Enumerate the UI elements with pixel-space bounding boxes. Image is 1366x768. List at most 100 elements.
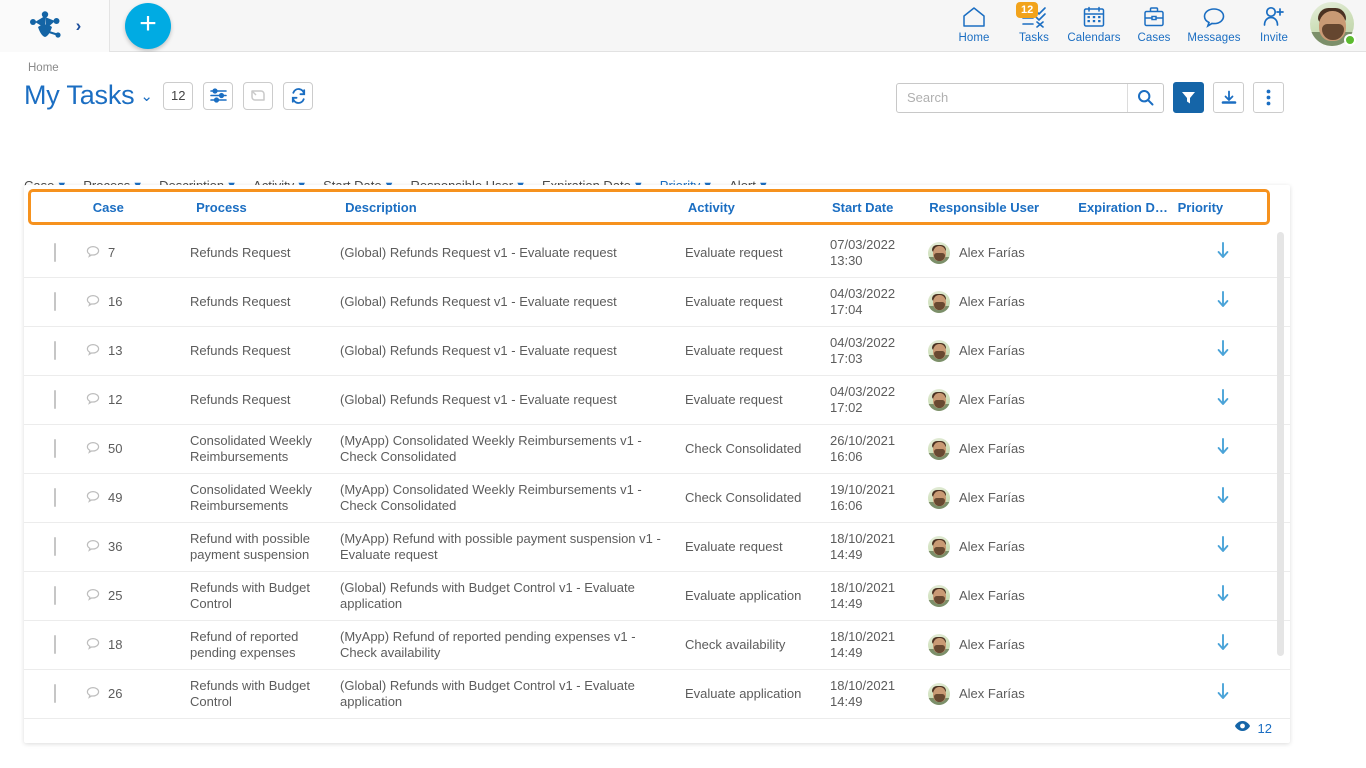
nav-calendars-label: Calendars [1067,32,1120,44]
comment-bubble-icon[interactable] [86,588,100,605]
table-row[interactable]: 18Refund of reported pending expenses(My… [24,621,1290,670]
search-icon[interactable] [1127,84,1163,112]
row-checkbox[interactable] [54,341,56,360]
column-header-case[interactable]: Case [93,200,196,215]
nav-messages[interactable]: Messages [1184,4,1244,50]
cell-case[interactable]: 12 [86,392,190,409]
start-date-value: 18/10/2021 [830,629,928,645]
cell-responsible-user[interactable]: Alex Farías [928,340,1078,362]
search-input[interactable] [897,84,1127,112]
table-row[interactable]: 26Refunds with Budget Control(Global) Re… [24,670,1290,719]
start-time-value: 17:04 [830,302,928,318]
column-header-expiration-date[interactable]: Expiration D… [1078,200,1177,215]
cell-case[interactable]: 18 [86,637,190,654]
cell-priority [1178,683,1268,705]
comment-bubble-icon[interactable] [86,392,100,409]
column-header-responsible-user[interactable]: Responsible User [929,200,1078,215]
create-new-button[interactable]: + [125,3,171,49]
comment-bubble-icon[interactable] [86,245,100,262]
chat-bubble-icon [1202,4,1226,30]
cell-responsible-user[interactable]: Alex Farías [928,585,1078,607]
row-checkbox[interactable] [54,243,56,262]
table-row[interactable]: 49Consolidated Weekly Reimbursements(MyA… [24,474,1290,523]
kebab-menu-icon[interactable] [1253,82,1284,113]
table-row[interactable]: 7Refunds Request(Global) Refunds Request… [24,229,1290,278]
cell-case[interactable]: 7 [86,245,190,262]
comment-bubble-icon[interactable] [86,441,100,458]
cell-responsible-user[interactable]: Alex Farías [928,389,1078,411]
refresh-icon[interactable] [283,82,313,110]
comment-bubble-icon[interactable] [86,294,100,311]
cell-responsible-user[interactable]: Alex Farías [928,634,1078,656]
column-header-start-date[interactable]: Start Date [832,200,929,215]
nav-calendars[interactable]: Calendars [1064,4,1124,50]
table-row[interactable]: 50Consolidated Weekly Reimbursements(MyA… [24,425,1290,474]
undo-icon[interactable] [243,82,273,110]
row-checkbox[interactable] [54,537,56,556]
cell-responsible-user[interactable]: Alex Farías [928,536,1078,558]
start-time-value: 16:06 [830,498,928,514]
row-checkbox[interactable] [54,292,56,311]
row-checkbox[interactable] [54,586,56,605]
search-box[interactable] [896,83,1164,113]
funnel-icon[interactable] [1173,82,1204,113]
column-header-process[interactable]: Process [196,200,345,215]
sliders-icon[interactable] [203,82,233,110]
breadcrumb[interactable]: Home [28,62,59,74]
table-row[interactable]: 16Refunds Request(Global) Refunds Reques… [24,278,1290,327]
table-row[interactable]: 13Refunds Request(Global) Refunds Reques… [24,327,1290,376]
comment-bubble-icon[interactable] [86,539,100,556]
start-date-value: 04/03/2022 [830,384,928,400]
responsible-user-avatar [928,340,950,362]
download-icon[interactable] [1213,82,1244,113]
cell-case[interactable]: 13 [86,343,190,360]
table-row[interactable]: 12Refunds Request(Global) Refunds Reques… [24,376,1290,425]
nav-home[interactable]: Home [944,4,1004,50]
table-row[interactable]: 25Refunds with Budget Control(Global) Re… [24,572,1290,621]
expand-sidebar-icon[interactable]: › [76,17,82,34]
cell-case[interactable]: 36 [86,539,190,556]
user-avatar[interactable] [1310,2,1356,48]
start-time-value: 13:30 [830,253,928,269]
row-checkbox[interactable] [54,390,56,409]
row-checkbox-cell [24,342,86,360]
cell-case[interactable]: 49 [86,490,190,507]
cell-case[interactable]: 25 [86,588,190,605]
row-checkbox[interactable] [54,488,56,507]
column-header-description[interactable]: Description [345,200,688,215]
column-header-priority[interactable]: Priority [1178,200,1267,215]
cell-responsible-user[interactable]: Alex Farías [928,438,1078,460]
cell-responsible-user[interactable]: Alex Farías [928,487,1078,509]
row-checkbox-cell [24,391,86,409]
cell-start-date: 18/10/202114:49 [830,531,928,563]
cell-case[interactable]: 26 [86,686,190,703]
nav-cases[interactable]: Cases [1124,4,1184,50]
responsible-user-name: Alex Farías [959,637,1025,653]
cell-responsible-user[interactable]: Alex Farías [928,242,1078,264]
row-checkbox[interactable] [54,635,56,654]
cell-responsible-user[interactable]: Alex Farías [928,683,1078,705]
bizagi-logo[interactable] [28,11,62,41]
row-checkbox[interactable] [54,439,56,458]
table-vertical-scrollbar[interactable] [1277,232,1284,656]
comment-bubble-icon[interactable] [86,343,100,360]
cell-process: Refunds with Budget Control [190,678,340,710]
start-time-value: 14:49 [830,596,928,612]
person-add-icon [1261,4,1287,30]
column-header-activity[interactable]: Activity [688,200,832,215]
table-row[interactable]: 36Refund with possible payment suspensio… [24,523,1290,572]
chevron-down-icon[interactable]: ⌄ [140,87,153,105]
eye-icon [1234,719,1251,737]
responsible-user-name: Alex Farías [959,294,1025,310]
cell-case[interactable]: 50 [86,441,190,458]
row-checkbox[interactable] [54,684,56,703]
cell-case[interactable]: 16 [86,294,190,311]
nav-invite[interactable]: Invite [1244,4,1304,50]
comment-bubble-icon[interactable] [86,490,100,507]
comment-bubble-icon[interactable] [86,637,100,654]
cell-responsible-user[interactable]: Alex Farías [928,291,1078,313]
priority-low-arrow-icon [1217,538,1229,557]
nav-tasks[interactable]: 12 Tasks [1004,4,1064,50]
comment-bubble-icon[interactable] [86,686,100,703]
page-title[interactable]: My Tasks [24,80,134,111]
